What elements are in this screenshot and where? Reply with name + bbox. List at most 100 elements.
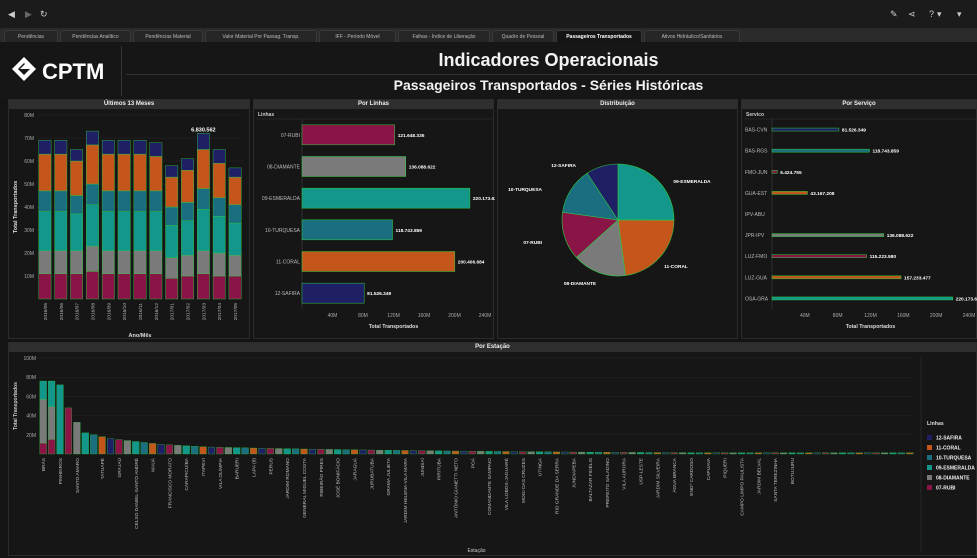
station-bar-segment bbox=[342, 449, 350, 455]
x-tick-label: JURUBATUBA bbox=[369, 457, 375, 489]
legend-swatch-09-esmeralda bbox=[927, 465, 932, 470]
tab-iff-periodo-movel[interactable]: IFF - Período Móvel bbox=[319, 30, 396, 42]
bar-segment-11-coral bbox=[38, 153, 52, 192]
station-bar-segment bbox=[241, 447, 249, 455]
service-bar-chart[interactable]: Servico BAS-CVN 81.526.349 BAS-RGS 118.743.8… bbox=[742, 109, 977, 340]
bar-segment-08-diamante bbox=[86, 245, 99, 272]
bar-segment-11-coral bbox=[149, 156, 163, 192]
tab-pendencias[interactable]: Pendências bbox=[4, 30, 58, 42]
bar-segment-12-safira bbox=[165, 165, 179, 178]
bar-segment-07-rubi bbox=[101, 273, 115, 300]
lines-bar-chart[interactable]: Linhas 07-RUBI 121.648.335 08-DIAMANTE 136.0… bbox=[254, 109, 495, 340]
x-axis-label: Total Transportados bbox=[846, 324, 896, 330]
station-bar-segment bbox=[544, 451, 552, 455]
station-bar-segment bbox=[780, 452, 788, 455]
category-label: 11-CORAL bbox=[276, 260, 300, 266]
bar-segment-11-coral bbox=[54, 153, 68, 192]
tab-valor-material[interactable]: Valor Material Por Passag. Transp. bbox=[205, 30, 317, 42]
category-label: 07-RUBI bbox=[281, 133, 300, 139]
bar-segment-12-safira bbox=[212, 149, 226, 164]
x-tick-label: 2017/01 bbox=[170, 303, 176, 321]
x-tick-label: JARDIM SILVEIRA bbox=[655, 457, 661, 498]
bar-segment-07-rubi bbox=[54, 273, 68, 300]
x-tick-label: PINHEIROS bbox=[58, 458, 64, 484]
bar-segment-09-esmeralda bbox=[117, 211, 131, 251]
category-label: LUZ-GUA bbox=[745, 275, 768, 281]
station-bar-segment bbox=[679, 452, 687, 455]
station-bar-segment bbox=[64, 407, 72, 455]
bar-segment-09-esmeralda bbox=[54, 211, 68, 251]
x-tick-label: BOTUJURU bbox=[790, 457, 796, 484]
distribution-pie-chart[interactable]: 09-ESMERALDA 11-CORAL 08-DIAMANTE 07-RUBI 10… bbox=[498, 109, 739, 340]
logo-text: CPTM bbox=[42, 59, 104, 84]
back-icon[interactable]: ◀ bbox=[8, 9, 15, 19]
tab-passageiros-transportados[interactable]: Passageiros Transportados bbox=[556, 30, 642, 42]
station-bar-segment bbox=[48, 406, 56, 440]
data-label: 220.173.624 bbox=[473, 196, 495, 202]
tab-pendencias-analitico[interactable]: Pendências Analítico bbox=[60, 30, 131, 42]
monthly-stacked-bar-chart[interactable]: 10M 20M 30M 40M 50M 60M 70M 80M Total Transporta… bbox=[9, 109, 251, 340]
bar-segment-07-rubi bbox=[149, 273, 163, 300]
tab-falhas-indice[interactable]: Falhas - Índice de Liberação bbox=[398, 30, 490, 42]
header-divider bbox=[126, 74, 977, 75]
forward-icon[interactable]: ▶ bbox=[25, 9, 32, 19]
station-bar-segment bbox=[838, 452, 847, 455]
reload-icon[interactable]: ↻ bbox=[40, 9, 48, 19]
x-tick-label: 160M bbox=[418, 313, 431, 319]
station-bar-segment bbox=[292, 448, 300, 455]
x-tick-label: ANTÔNIO GIANETTI NETO bbox=[452, 458, 459, 518]
bar-segment-12-safira bbox=[228, 167, 242, 178]
bar-segment-07-rubi bbox=[212, 275, 226, 300]
share-icon[interactable]: ⋖ bbox=[908, 9, 916, 19]
station-bar-segment bbox=[712, 452, 720, 455]
tab-pendencias-material[interactable]: Pendências Material bbox=[133, 30, 203, 42]
station-bar-segment bbox=[586, 452, 594, 455]
station-bar-segment bbox=[670, 452, 678, 455]
station-bar-segment bbox=[224, 447, 232, 455]
x-tick-label: BRÁS bbox=[40, 458, 47, 471]
category-label: GUA-EST bbox=[745, 191, 767, 197]
panel-title: Por Serviço bbox=[742, 100, 976, 109]
data-label: 220.173.62 bbox=[956, 296, 977, 302]
station-bar-segment bbox=[191, 446, 199, 455]
bar-segment-09-esmeralda bbox=[165, 225, 179, 258]
bar-segment-11-coral bbox=[86, 144, 99, 185]
tab-quadro-pessoal[interactable]: Quadro de Pessoal bbox=[492, 30, 554, 42]
station-bar-segment bbox=[578, 451, 586, 455]
station-bar-segment bbox=[106, 438, 115, 455]
station-bar-segment bbox=[847, 452, 855, 455]
bar-segment-08-diamante bbox=[228, 255, 242, 277]
bar-segment-07-rubi bbox=[133, 273, 147, 300]
station-bar-segment bbox=[258, 448, 266, 455]
x-tick-label: JARAGUÁ bbox=[352, 457, 359, 480]
bar-segment-10-turquesa bbox=[228, 204, 242, 224]
bar-segment-11-coral bbox=[101, 153, 115, 192]
bar-segment-09-esmeralda bbox=[149, 211, 163, 251]
station-bar-segment bbox=[48, 380, 56, 407]
legend-swatch-11-coral bbox=[927, 445, 932, 450]
station-bar-segment bbox=[561, 451, 569, 455]
station-bar-segment bbox=[451, 450, 459, 455]
category-label: 12-SAFIRA bbox=[275, 291, 301, 297]
station-bar-segment bbox=[653, 452, 661, 455]
station-bar-segment bbox=[401, 450, 409, 455]
station-bar-segment bbox=[115, 439, 123, 455]
edit-icon[interactable]: ✎ bbox=[890, 9, 898, 19]
station-stacked-bar-chart[interactable]: 20M 40M 60M 80M 100M Total Transportados BRÁS P… bbox=[9, 352, 977, 557]
tab-ativos-hidraulico[interactable]: Ativos Hidráulico/Sanitários bbox=[644, 30, 740, 42]
x-tick-label: JOSÉ BONIFÁCIO bbox=[335, 458, 342, 499]
legend-swatch-10-turquesa bbox=[927, 455, 932, 460]
station-bar-segment bbox=[872, 452, 880, 455]
bar-segment-07-rubi bbox=[38, 273, 52, 300]
station-bar-segment bbox=[300, 448, 308, 455]
bar-segment-08-diamante bbox=[181, 255, 194, 277]
menu-chevron-icon[interactable]: ▾ bbox=[957, 9, 962, 19]
help-icon[interactable]: ? bbox=[929, 9, 934, 19]
cptm-logo-graphic: CPTM bbox=[12, 57, 104, 84]
data-label: 200.406.684 bbox=[458, 260, 485, 266]
x-tick-label: SANTO AMARO bbox=[75, 458, 81, 493]
legend-label: 08-DIAMANTE bbox=[936, 476, 970, 482]
help-caret-icon[interactable]: ▾ bbox=[937, 9, 942, 19]
station-bar-segment bbox=[628, 452, 636, 455]
station-bar-segment bbox=[174, 445, 182, 455]
